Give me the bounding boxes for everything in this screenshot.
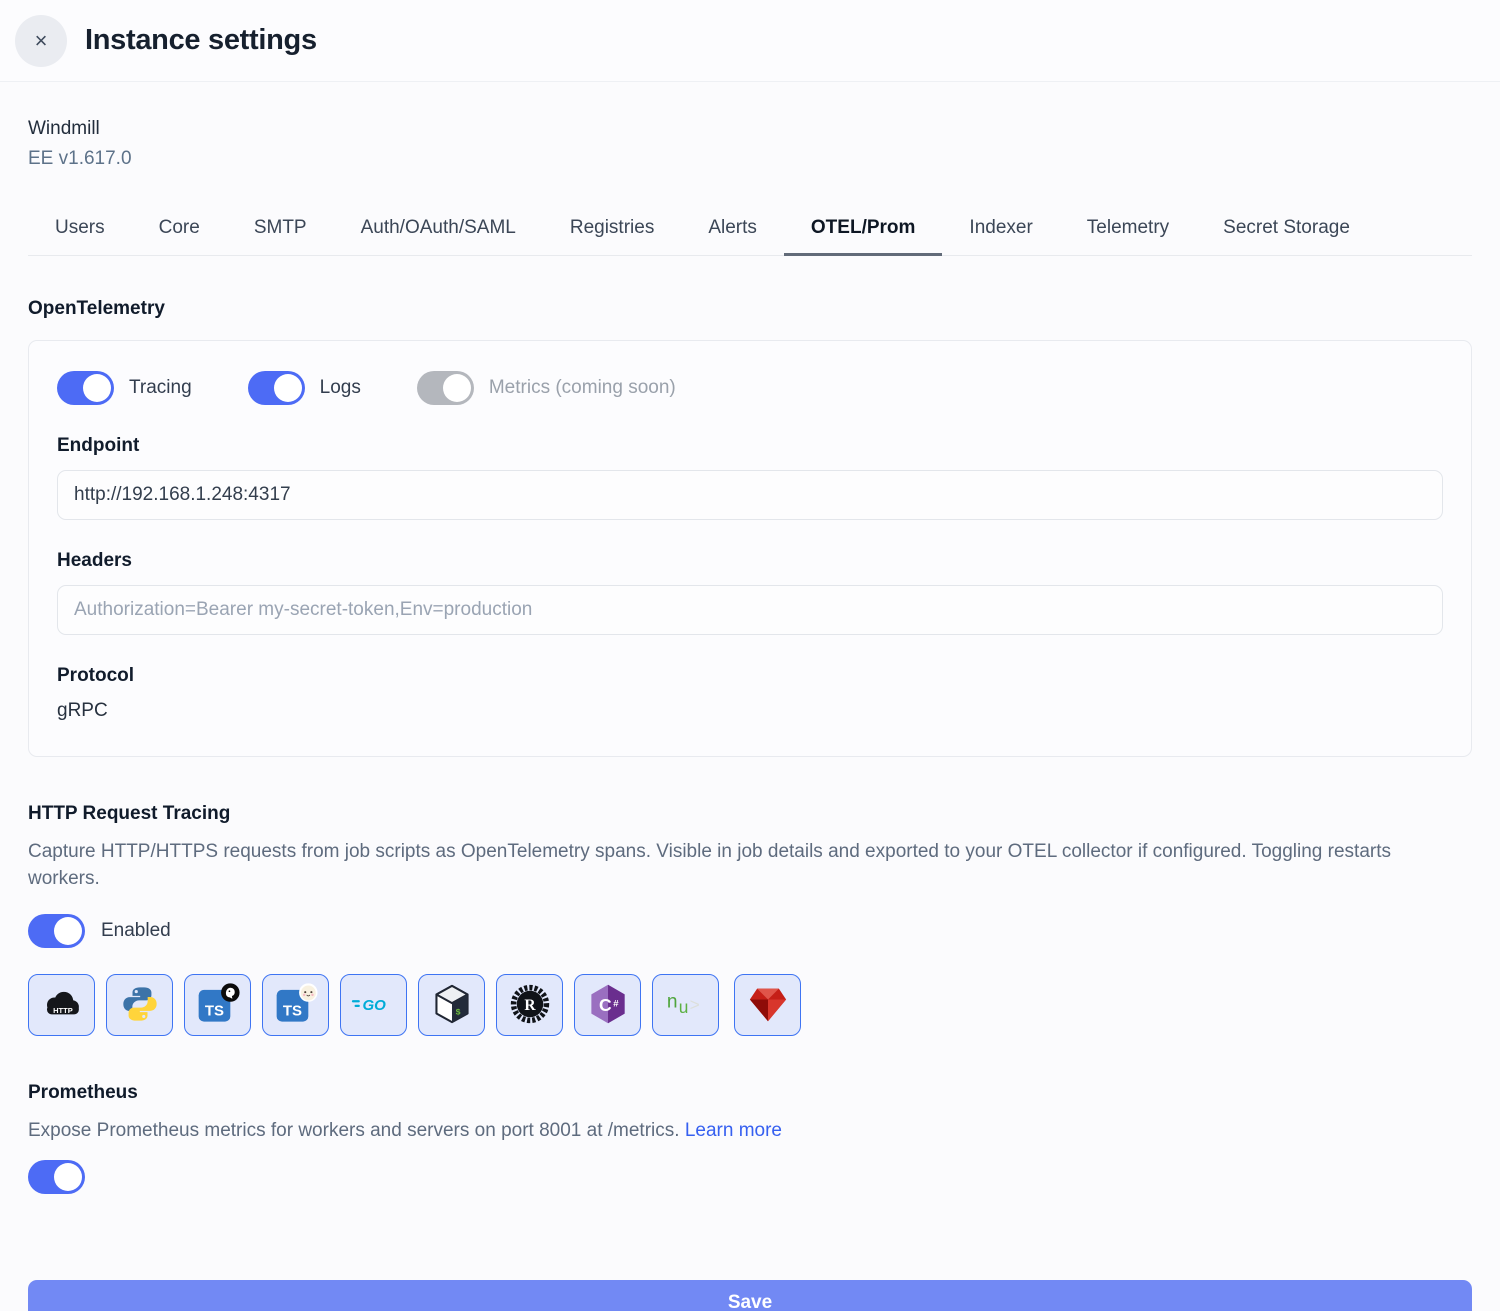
- toggle-knob: [443, 374, 471, 402]
- prometheus-toggle-group: [28, 1160, 1472, 1194]
- toggle-knob: [54, 917, 82, 945]
- rust-icon: R: [509, 983, 551, 1028]
- deno-typescript-icon: TS: [196, 982, 240, 1029]
- lang-ruby-button[interactable]: [734, 974, 801, 1036]
- svg-text:C: C: [599, 995, 612, 1015]
- prometheus-description-text: Expose Prometheus metrics for workers an…: [28, 1120, 680, 1141]
- protocol-value: gRPC: [57, 700, 1443, 722]
- tab-registries[interactable]: Registries: [543, 204, 681, 256]
- tab-auth-oauth-saml[interactable]: Auth/OAuth/SAML: [334, 204, 543, 256]
- svg-text:$: $: [455, 1007, 460, 1017]
- http-tracing-description: Capture HTTP/HTTPS requests from job scr…: [28, 838, 1458, 892]
- prometheus-title: Prometheus: [28, 1082, 1472, 1104]
- logs-toggle-group: Logs: [248, 371, 361, 405]
- lang-http-button[interactable]: HTTP: [28, 974, 95, 1036]
- app-info: Windmill EE v1.617.0: [28, 118, 1472, 170]
- prometheus-description: Expose Prometheus metrics for workers an…: [28, 1117, 1458, 1144]
- svg-text:TS: TS: [204, 1002, 223, 1019]
- tab-otel-prom[interactable]: OTEL/Prom: [784, 204, 943, 256]
- endpoint-label: Endpoint: [57, 435, 1443, 457]
- tracing-toggle[interactable]: [57, 371, 114, 405]
- csharp-icon: C #: [588, 983, 628, 1028]
- lang-bun-button[interactable]: TS: [262, 974, 329, 1036]
- http-tracing-toggle-group: Enabled: [28, 914, 1472, 948]
- close-icon: ×: [35, 28, 48, 54]
- metrics-toggle-group: Metrics (coming soon): [417, 371, 676, 405]
- app-version: EE v1.617.0: [28, 148, 1472, 170]
- tracing-toggle-group: Tracing: [57, 371, 192, 405]
- tab-secret-storage[interactable]: Secret Storage: [1196, 204, 1377, 256]
- metrics-toggle-label: Metrics (coming soon): [489, 377, 676, 399]
- svg-text:R: R: [524, 996, 536, 1013]
- page-title: Instance settings: [85, 24, 317, 57]
- prometheus-enabled-toggle[interactable]: [28, 1160, 85, 1194]
- settings-tab-bar: Users Core SMTP Auth/OAuth/SAML Registri…: [28, 204, 1472, 256]
- svg-text:TS: TS: [282, 1002, 301, 1019]
- lang-python-button[interactable]: [106, 974, 173, 1036]
- ruby-icon: [748, 985, 788, 1026]
- http-tracing-enabled-label: Enabled: [101, 920, 171, 942]
- endpoint-input[interactable]: [57, 470, 1443, 520]
- lang-bash-button[interactable]: $: [418, 974, 485, 1036]
- bun-typescript-icon: TS: [274, 982, 318, 1029]
- svg-text:HTTP: HTTP: [53, 1005, 73, 1014]
- tab-telemetry[interactable]: Telemetry: [1060, 204, 1196, 256]
- headers-input[interactable]: [57, 585, 1443, 635]
- metrics-toggle: [417, 371, 474, 405]
- python-icon: [120, 984, 160, 1027]
- lang-go-button[interactable]: GO: [340, 974, 407, 1036]
- lang-deno-button[interactable]: TS: [184, 974, 251, 1036]
- bash-icon: $: [433, 984, 471, 1027]
- go-icon: GO: [351, 991, 397, 1020]
- headers-label: Headers: [57, 550, 1443, 572]
- nushell-icon: n u >: [665, 988, 707, 1023]
- opentelemetry-section-title: OpenTelemetry: [28, 298, 1472, 320]
- http-icon: HTTP: [41, 989, 83, 1022]
- toggle-knob: [54, 1163, 82, 1191]
- protocol-label: Protocol: [57, 665, 1443, 687]
- toggle-knob: [274, 374, 302, 402]
- opentelemetry-card: Tracing Logs Metrics (coming soon) Endpo…: [28, 340, 1472, 757]
- save-button[interactable]: Save: [28, 1280, 1472, 1311]
- svg-text:n: n: [666, 991, 677, 1012]
- lang-nushell-button[interactable]: n u >: [652, 974, 719, 1036]
- svg-text:#: #: [613, 998, 619, 1009]
- modal-header: × Instance settings: [0, 0, 1500, 82]
- svg-text:u: u: [678, 997, 688, 1017]
- svg-text:GO: GO: [362, 996, 386, 1013]
- svg-text:>: >: [689, 994, 699, 1014]
- tab-alerts[interactable]: Alerts: [681, 204, 784, 256]
- tab-smtp[interactable]: SMTP: [227, 204, 334, 256]
- learn-more-link[interactable]: Learn more: [685, 1120, 782, 1141]
- otel-toggle-row: Tracing Logs Metrics (coming soon): [57, 371, 1443, 405]
- http-tracing-title: HTTP Request Tracing: [28, 803, 1472, 825]
- close-button[interactable]: ×: [15, 15, 67, 67]
- tab-core[interactable]: Core: [132, 204, 227, 256]
- tab-indexer[interactable]: Indexer: [942, 204, 1059, 256]
- lang-csharp-button[interactable]: C #: [574, 974, 641, 1036]
- tracing-toggle-label: Tracing: [129, 377, 192, 399]
- lang-rust-button[interactable]: R: [496, 974, 563, 1036]
- logs-toggle[interactable]: [248, 371, 305, 405]
- logs-toggle-label: Logs: [320, 377, 361, 399]
- app-name: Windmill: [28, 118, 1472, 140]
- language-button-row: HTTP TS: [28, 974, 1472, 1036]
- http-tracing-enabled-toggle[interactable]: [28, 914, 85, 948]
- toggle-knob: [83, 374, 111, 402]
- tab-users[interactable]: Users: [28, 204, 132, 256]
